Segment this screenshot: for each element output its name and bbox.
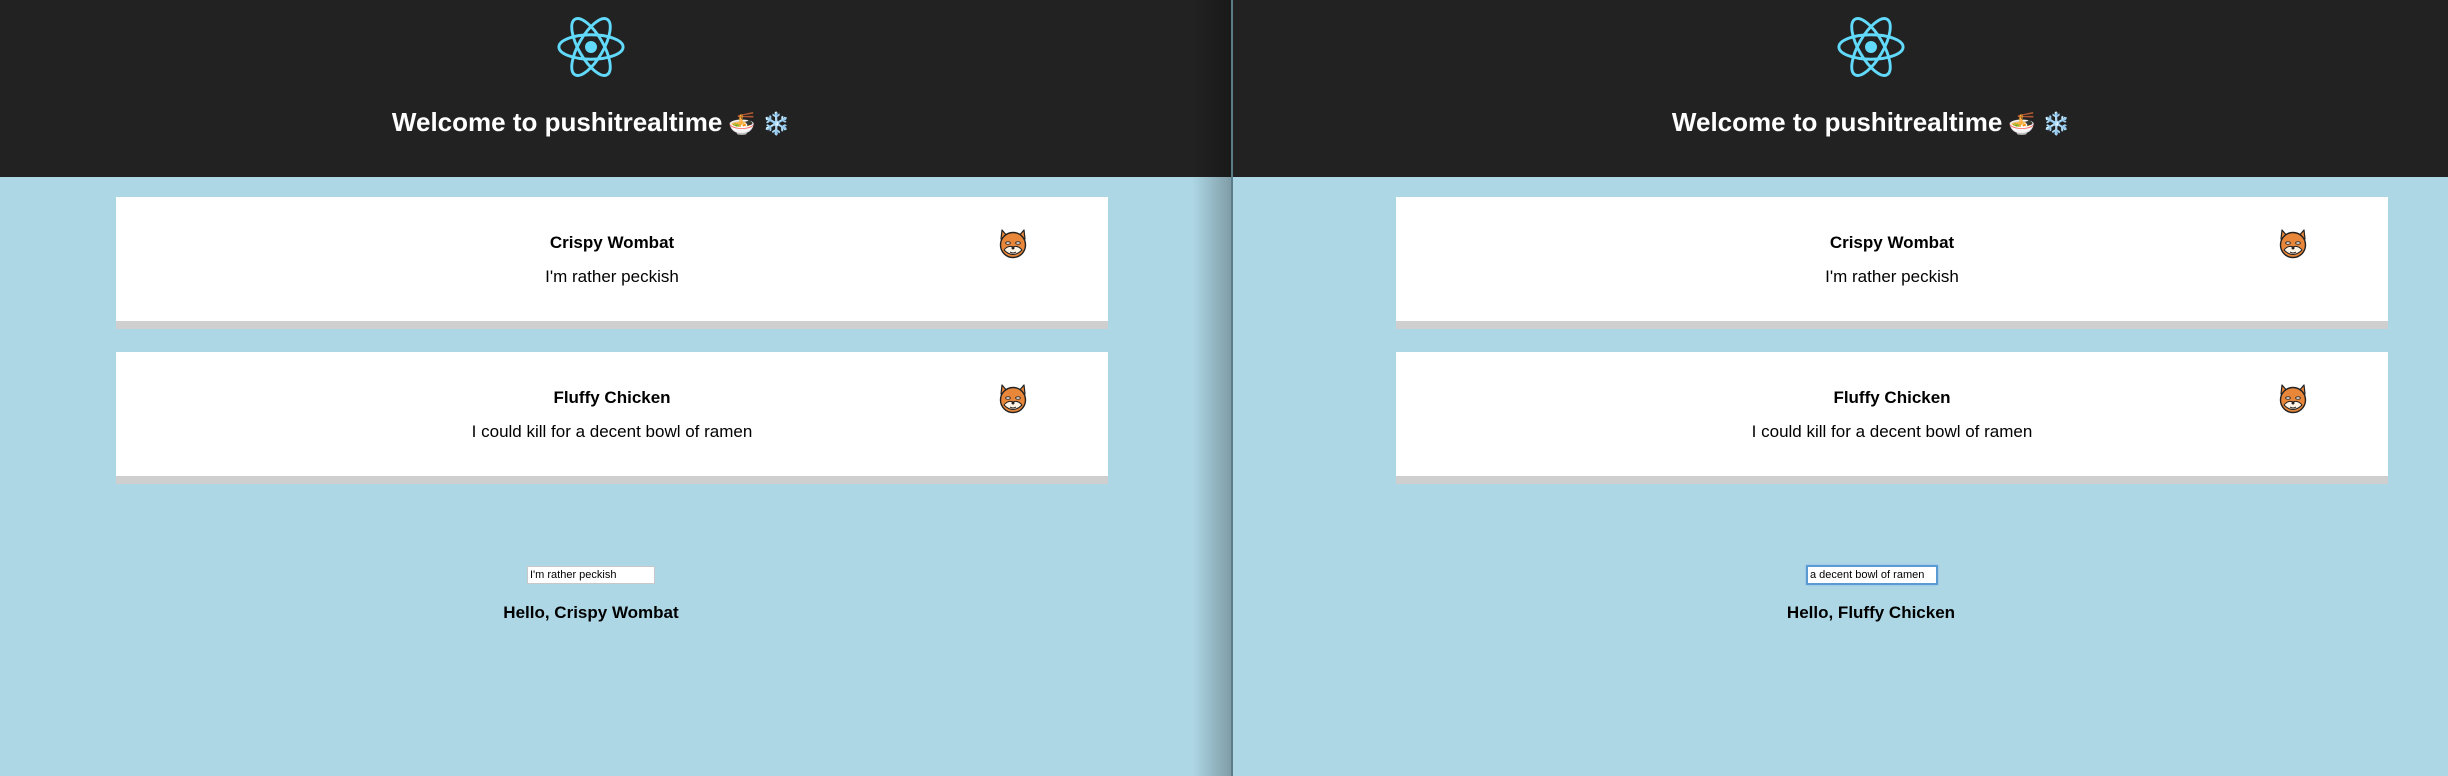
message-text: I'm rather peckish xyxy=(1825,267,1959,286)
ramen-snowflake-emoji: 🍜 ❄️ xyxy=(2008,112,2071,137)
message-card: Fluffy Chicken I could kill for a decent… xyxy=(116,352,1108,484)
app-header: Welcome to pushitrealtime 🍜 ❄️ xyxy=(1232,0,2448,177)
shiba-dog-avatar-icon xyxy=(2279,384,2307,414)
app-header: Welcome to pushitrealtime 🍜 ❄️ xyxy=(0,0,1232,177)
message-author: Fluffy Chicken xyxy=(1833,388,1951,407)
shiba-dog-avatar-icon xyxy=(2279,229,2307,259)
window-divider xyxy=(1231,0,1233,776)
title-text: Welcome to pushitrealtime xyxy=(391,107,723,137)
right-browser-window: Welcome to pushitrealtime 🍜 ❄️ Crispy Wom… xyxy=(1232,0,2448,776)
greeting-text: Hello, Crispy Wombat xyxy=(503,603,679,622)
title-text: Welcome to pushitrealtime xyxy=(1671,107,2003,137)
message-author: Crispy Wombat xyxy=(1829,233,1955,252)
message-card: Fluffy Chicken I could kill for a decent… xyxy=(1396,352,2388,484)
message-card: Crispy Wombat I'm rather peckish xyxy=(116,197,1108,329)
message-card: Crispy Wombat I'm rather peckish xyxy=(1396,197,2388,329)
greeting-text: Hello, Fluffy Chicken xyxy=(1786,603,1956,622)
page-title: Welcome to pushitrealtime 🍜 ❄️ xyxy=(1671,104,2071,140)
shiba-dog-avatar-icon xyxy=(999,384,1027,414)
message-author: Crispy Wombat xyxy=(549,233,675,252)
page-title: Welcome to pushitrealtime 🍜 ❄️ xyxy=(391,104,791,140)
left-browser-window: Welcome to pushitrealtime 🍜 ❄️ Crispy Wom… xyxy=(0,0,1232,776)
message-author: Fluffy Chicken xyxy=(553,388,671,407)
react-logo-icon xyxy=(557,17,625,77)
message-text: I could kill for a decent bowl of ramen xyxy=(1751,422,2033,441)
message-text: I'm rather peckish xyxy=(545,267,679,286)
shiba-dog-avatar-icon xyxy=(999,229,1027,259)
message-text: I could kill for a decent bowl of ramen xyxy=(471,422,753,441)
message-input[interactable] xyxy=(527,566,655,584)
message-input[interactable] xyxy=(1806,565,1938,585)
ramen-snowflake-emoji: 🍜 ❄️ xyxy=(728,112,791,137)
react-logo-icon xyxy=(1837,17,1905,77)
